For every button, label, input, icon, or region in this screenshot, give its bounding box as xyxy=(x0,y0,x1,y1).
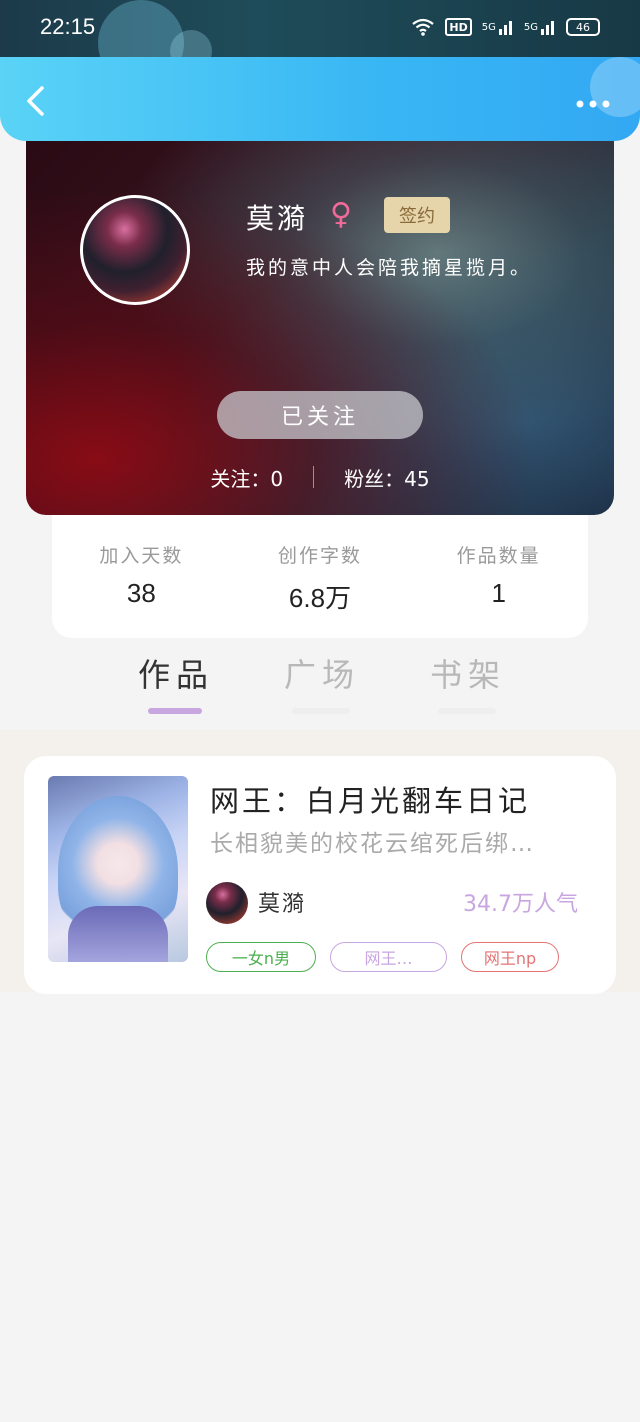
signal-label: 5G xyxy=(523,21,538,33)
hd-icon: HD xyxy=(445,18,472,36)
divider xyxy=(313,466,315,488)
work-tag[interactable]: 网王… xyxy=(330,942,447,972)
signal-icon: 5G xyxy=(524,16,556,38)
signal-icon: 5G xyxy=(482,16,514,38)
user-bio: 我的意中人会陪我摘星揽月。 xyxy=(246,257,533,279)
tab-indicator xyxy=(148,708,202,714)
tab-label: 书架 xyxy=(430,656,507,694)
stat-value: 1 xyxy=(491,578,506,608)
profile-tabs: 作品 广场 书架 xyxy=(0,650,640,730)
signal-label: 5G xyxy=(481,21,496,33)
top-navigation-bar xyxy=(0,57,640,141)
signed-badge: 签约 xyxy=(384,197,450,233)
stat-label: 作品数量 xyxy=(456,545,541,567)
stat-works-count: 作品数量 1 xyxy=(409,515,588,638)
more-options-button[interactable] xyxy=(576,95,610,108)
work-tag[interactable]: 网王np xyxy=(461,942,559,972)
work-tags: 一女n男 网王… 网王np xyxy=(206,942,559,972)
book-cover-image[interactable] xyxy=(48,776,188,962)
stat-label: 创作字数 xyxy=(278,545,363,567)
user-avatar[interactable] xyxy=(80,195,190,305)
cover-art xyxy=(68,906,168,962)
work-tag[interactable]: 一女n男 xyxy=(206,942,316,972)
battery-icon: 46 xyxy=(566,18,600,36)
profile-card: 莫漪 ♀ 签约 我的意中人会陪我摘星揽月。 已关注 关注：0 粉丝：45 xyxy=(26,141,614,515)
fans-stat[interactable]: 粉丝：45 xyxy=(344,463,429,492)
following-label: 关注： xyxy=(210,466,271,491)
fans-label: 粉丝： xyxy=(344,466,405,491)
fans-count: 45 xyxy=(404,466,430,491)
tab-indicator xyxy=(438,708,496,714)
author-avatar xyxy=(206,882,248,924)
stat-label: 加入天数 xyxy=(99,545,184,567)
user-name: 莫漪 xyxy=(246,202,309,235)
work-description: 长相貌美的校花云绾死后绑… xyxy=(210,831,535,857)
tab-bookshelf[interactable]: 书架 xyxy=(430,650,507,714)
work-card[interactable]: 网王：白月光翻车日记 长相貌美的校花云绾死后绑… 莫漪 34.7万人气 一女n男… xyxy=(24,756,616,994)
status-bar: 22:15 HD 5G 5G 46 xyxy=(0,0,640,86)
stat-value: 6.8万 xyxy=(288,583,352,613)
author-name: 莫漪 xyxy=(258,892,307,917)
follow-button[interactable]: 已关注 xyxy=(217,391,423,439)
follow-stats: 关注：0 粉丝：45 xyxy=(26,459,614,495)
more-dots-icon xyxy=(576,100,610,108)
tab-label: 作品 xyxy=(138,656,215,694)
wifi-icon xyxy=(411,16,435,38)
stat-word-count: 创作字数 6.8万 xyxy=(231,515,410,638)
author-stats-card: 加入天数 38 创作字数 6.8万 作品数量 1 xyxy=(52,515,588,638)
tab-plaza[interactable]: 广场 xyxy=(284,650,361,714)
stat-join-days: 加入天数 38 xyxy=(52,515,231,638)
following-count: 0 xyxy=(270,466,284,491)
female-icon: ♀ xyxy=(330,197,352,232)
following-stat[interactable]: 关注：0 xyxy=(210,463,283,492)
tab-works[interactable]: 作品 xyxy=(138,650,215,714)
back-button[interactable] xyxy=(22,85,48,117)
work-title: 网王：白月光翻车日记 xyxy=(210,784,531,818)
popularity-count: 34.7万人气 xyxy=(463,892,578,917)
tab-label: 广场 xyxy=(284,656,361,694)
tab-indicator xyxy=(292,708,350,714)
stat-value: 38 xyxy=(126,578,156,608)
status-icons: HD 5G 5G 46 xyxy=(411,16,600,38)
chevron-left-icon xyxy=(27,86,44,116)
status-time: 22:15 xyxy=(40,14,96,39)
